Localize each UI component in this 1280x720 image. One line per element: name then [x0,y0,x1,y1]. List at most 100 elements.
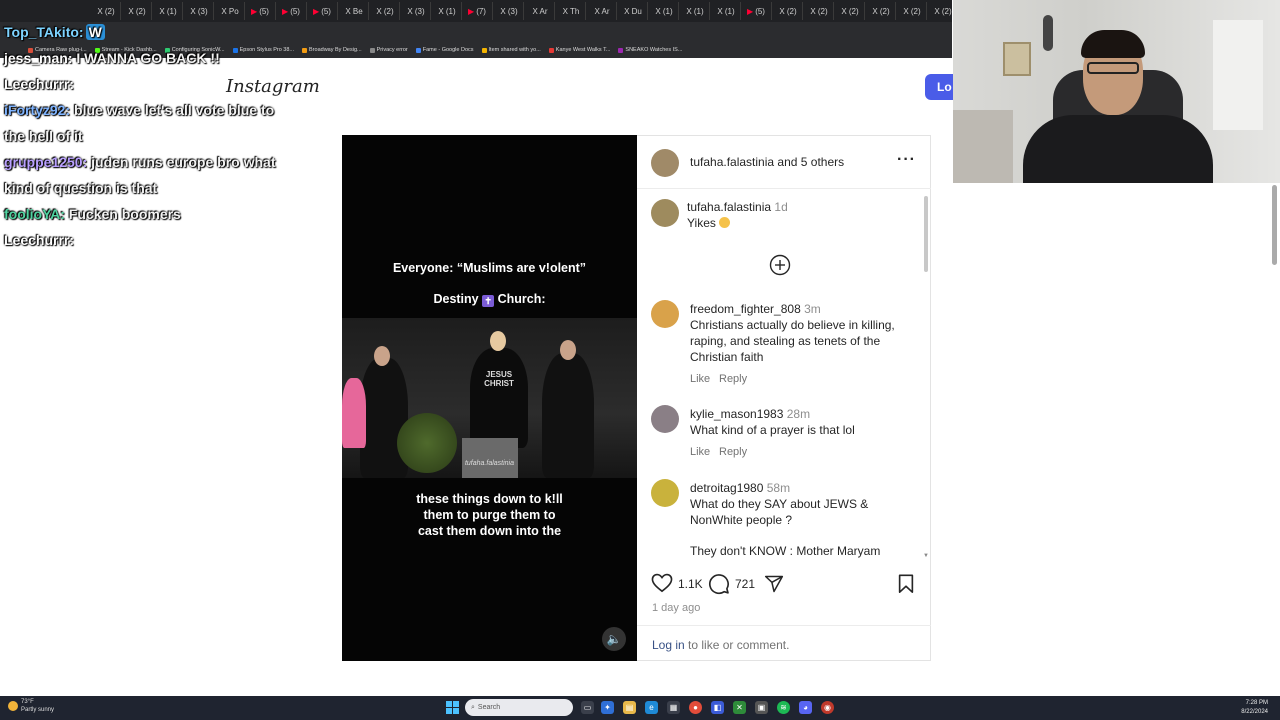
browser-tab[interactable]: X Ar [586,2,617,20]
bookmark-item[interactable]: Fame - Google Docs [415,47,474,53]
browser-tab[interactable]: X Po [214,2,245,20]
youtube-icon: ▶ [747,6,754,16]
bookmark-favicon-icon [369,47,375,53]
taskbar-search[interactable]: ⌕ Search [465,699,573,716]
video-caption: cast them down into the [417,524,562,538]
author-username[interactable]: tufaha.falastinia [690,155,774,169]
browser-tab[interactable]: X (2) [121,2,152,20]
comments-scrollbar-thumb[interactable] [924,196,928,272]
comment-avatar[interactable] [651,479,679,507]
browser-tab[interactable]: X (1) [679,2,710,20]
browser-tab[interactable]: X (1) [710,2,741,20]
browser-tab[interactable]: X (3) [183,2,214,20]
chrome-icon[interactable]: ● [689,701,702,714]
post-date: 1 day ago [652,602,701,614]
more-options-icon[interactable]: ··· [897,151,916,169]
chat-text: the hell of it [4,128,83,144]
comment-username[interactable]: detroitag1980 [690,481,763,495]
bookmark-item[interactable]: Broadway By Desig... [302,47,362,53]
browser-tab[interactable]: X (1) [648,2,679,20]
comment-username[interactable]: kylie_mason1983 [690,407,783,421]
weather-widget[interactable]: 73°F Partly sunny [8,698,54,714]
bookmark-icon[interactable] [897,574,915,594]
youtube-icon: ▶ [468,6,475,16]
browser-tab[interactable]: X (2) [865,2,896,20]
caption-username[interactable]: tufaha.falastinia [687,200,771,214]
login-link[interactable]: Log in [652,638,685,652]
comments-count[interactable]: 721 [735,577,755,591]
likes-count[interactable]: 1.1K [678,577,703,591]
browser-tab[interactable]: X (3) [493,2,524,20]
browser-tab-label: X (1) [686,6,704,16]
collab-avatar[interactable] [651,149,679,177]
browser-tab[interactable]: X (2) [803,2,834,20]
task-view-icon[interactable]: ▭ [581,701,594,714]
app-icon[interactable]: ◉ [821,701,834,714]
file-explorer-icon[interactable]: ▤ [623,701,636,714]
post-header: tufaha.falastinia and 5 others ··· [637,135,931,189]
browser-tab[interactable]: X (2) [90,2,121,20]
browser-tab-label: X Du [624,6,642,16]
comment-username[interactable]: freedom_fighter_808 [690,302,801,316]
speaker-head [490,331,506,351]
browser-tab-label: X (3) [407,6,425,16]
bookmark-label: Item shared with yo... [488,47,541,53]
app-icon[interactable]: ◧ [711,701,724,714]
instagram-logo[interactable]: Instagram [226,76,320,97]
caption-header: tufaha.falastinia 1d [687,200,788,214]
load-more-comments-icon[interactable] [769,254,791,276]
browser-tab[interactable]: X (3) [400,2,431,20]
taskbar-clock[interactable]: 7:28 PM 8/22/2024 [1241,699,1268,717]
browser-tab[interactable]: X (2) [772,2,803,20]
browser-tab[interactable]: X (2) [927,2,952,20]
chat-message: iFortyz92: blue wave let's all vote blue… [4,102,274,118]
audio-toggle-button[interactable]: 🔈 [602,627,626,651]
comment-reply-button[interactable]: Reply [719,373,747,385]
browser-tab[interactable]: ▶ (5) [276,2,307,20]
caption-avatar[interactable] [651,199,679,227]
store-icon[interactable]: ▦ [667,701,680,714]
bookmark-item[interactable]: SNEAKO Watches IS... [618,47,682,53]
comment-like-button[interactable]: Like [690,373,710,385]
scroll-down-arrow-icon[interactable]: ▼ [923,553,929,559]
comment-like-button[interactable]: Like [690,446,710,458]
app-icon[interactable]: ▣ [755,701,768,714]
browser-tab[interactable]: ▶ (7) [462,2,493,20]
xbox-icon[interactable]: ✕ [733,701,746,714]
comment-avatar[interactable] [651,405,679,433]
post-video[interactable]: Everyone: “Muslims are v!olent” Destiny … [342,135,637,661]
browser-tab[interactable]: ▶ (5) [245,2,276,20]
comment-icon[interactable] [708,573,730,595]
others-link[interactable]: 5 others [801,155,844,169]
discord-icon[interactable]: ◕ [799,701,812,714]
podium [462,438,518,478]
browser-tab[interactable]: X (1) [152,2,183,20]
comment-avatar[interactable] [651,300,679,328]
edge-icon[interactable]: e [645,701,658,714]
browser-tab[interactable]: X (2) [896,2,927,20]
browser-tab[interactable]: X (2) [369,2,400,20]
bookmark-item[interactable]: Epson Stylus Pro 38... [232,47,294,53]
windows-start-icon[interactable] [446,701,459,714]
browser-tab[interactable]: X Ar [524,2,555,20]
spotify-icon[interactable]: ≋ [777,701,790,714]
page-scrollbar-thumb[interactable] [1272,185,1277,265]
browser-tab[interactable]: X Th [555,2,586,20]
bookmark-item[interactable]: Kanye West Walks T... [548,47,610,53]
comment-reply-button[interactable]: Reply [719,446,747,458]
comment-header: kylie_mason1983 28m [690,407,810,421]
bookmark-item[interactable]: Privacy error [369,47,408,53]
copilot-icon[interactable]: ✦ [601,701,614,714]
share-icon[interactable] [764,574,784,594]
browser-tab-label: X Ar [532,6,548,16]
browser-tab[interactable]: X (1) [431,2,462,20]
browser-tab[interactable]: X (2) [834,2,865,20]
browser-tab[interactable]: ▶ (5) [741,2,772,20]
chat-emote-icon: W [85,24,105,40]
like-icon[interactable] [651,573,673,593]
browser-tab[interactable]: X Be [338,2,369,20]
browser-tab-label: X (2) [934,6,952,16]
browser-tab[interactable]: ▶ (5) [307,2,338,20]
bookmark-item[interactable]: Item shared with yo... [481,47,541,53]
browser-tab[interactable]: X Du [617,2,648,20]
